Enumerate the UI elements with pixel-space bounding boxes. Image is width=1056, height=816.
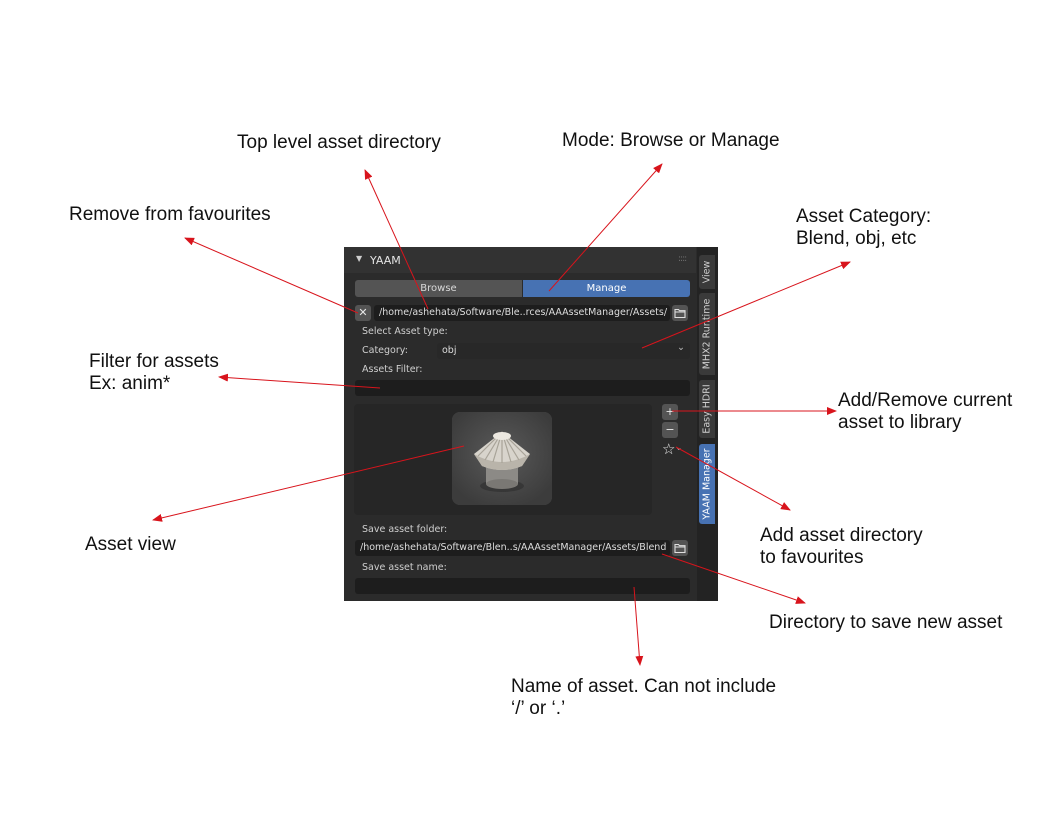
- arrow-asset-view: [152, 445, 465, 522]
- arrow-category: [641, 261, 851, 349]
- arrow-top-dir: [364, 169, 429, 310]
- arrow-asset-name: [633, 586, 644, 666]
- arrow-save-dir: [661, 553, 806, 604]
- arrow-remove-fav: [184, 237, 359, 314]
- annotation-arrows: [152, 163, 851, 666]
- arrow-mode: [548, 163, 663, 292]
- arrow-add-fav: [675, 446, 791, 511]
- arrow-filter: [218, 373, 381, 389]
